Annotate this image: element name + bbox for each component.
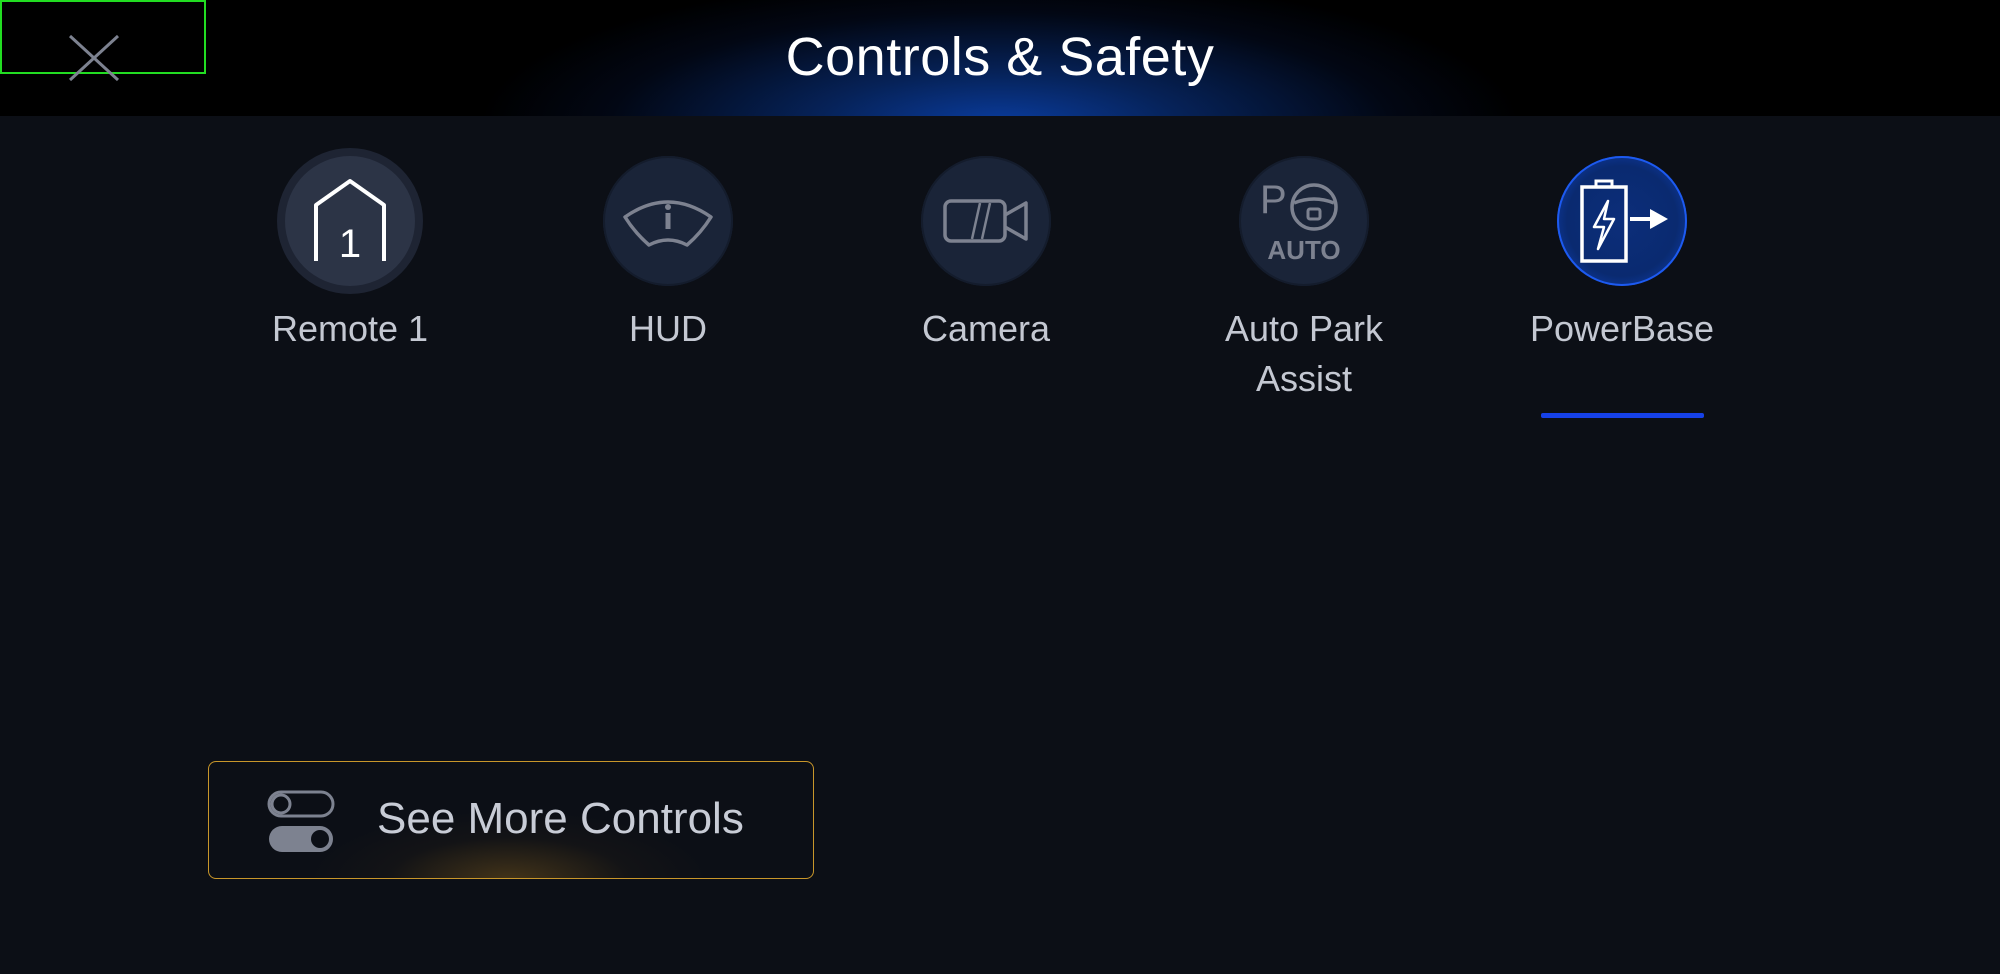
hud-button[interactable] <box>603 156 733 286</box>
camera-button[interactable] <box>921 156 1051 286</box>
tile-remote-1[interactable]: 1 Remote 1 <box>220 156 480 354</box>
camera-icon <box>943 199 1028 243</box>
remote-badge: 1 <box>339 222 361 266</box>
tile-camera[interactable]: Camera <box>856 156 1116 354</box>
tile-label: Remote 1 <box>271 308 429 349</box>
page-title: Controls & Safety <box>785 27 1215 87</box>
auto-park-button[interactable]: P AUTO <box>1239 156 1369 286</box>
tile-label: Camera <box>921 308 1051 349</box>
svg-text:P: P <box>1260 178 1287 222</box>
tile-auto-park-assist[interactable]: P AUTO Auto Park Assist <box>1174 156 1434 404</box>
tile-label: HUD <box>629 308 707 349</box>
hud-windshield-icon <box>623 200 713 247</box>
svg-text:AUTO: AUTO <box>1267 235 1340 265</box>
see-more-controls-label: See More Controls <box>377 794 744 843</box>
tile-powerbase[interactable]: PowerBase <box>1492 156 1752 354</box>
see-more-controls-button[interactable]: See More Controls <box>208 761 814 879</box>
header-bar: Controls & Safety <box>0 0 2000 116</box>
auto-park-icon: P AUTO <box>1260 178 1341 265</box>
toggle-switches-icon <box>267 790 335 852</box>
remote-1-button[interactable]: 1 <box>285 156 415 286</box>
powerbase-battery-icon <box>1580 179 1668 263</box>
active-tab-indicator <box>1541 413 1704 418</box>
tile-label: PowerBase <box>1529 308 1715 349</box>
powerbase-button[interactable] <box>1557 156 1687 286</box>
tile-hud[interactable]: HUD <box>538 156 798 354</box>
garage-remote-icon: 1 <box>314 179 386 266</box>
tile-label: Auto Park Assist <box>1224 308 1384 399</box>
